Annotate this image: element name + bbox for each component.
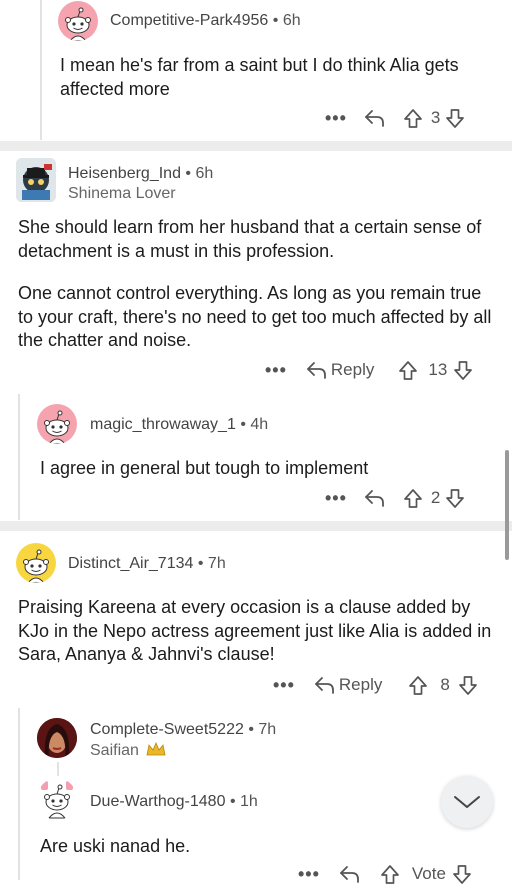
reply-label: Reply (338, 675, 383, 694)
more-options-button[interactable]: ••• (273, 675, 295, 696)
reply-arrow-icon[interactable] (338, 863, 360, 885)
avatar[interactable] (37, 404, 77, 444)
comment-age: 7h (258, 721, 277, 738)
username[interactable]: Due-Warthog-1480 (90, 793, 225, 810)
reddit-snoo-avatar-icon (23, 549, 49, 583)
downvote-icon[interactable] (458, 675, 478, 696)
username[interactable]: Complete-Sweet5222 (90, 721, 244, 738)
profile-image (37, 718, 77, 758)
comment-meta: Competitive-Park4956 • 6h (110, 12, 301, 30)
vote-count: 8 (440, 675, 450, 694)
comment-body-paragraph: She should learn from her husband that a… (18, 217, 482, 261)
downvote-icon[interactable] (452, 864, 472, 885)
comment-meta: Distinct_Air_7134 • 7h (68, 555, 226, 573)
profile-image (16, 158, 56, 202)
reply-button[interactable]: Reply (313, 674, 382, 696)
comment-age: 4h (250, 416, 269, 433)
thread-line (18, 708, 20, 880)
avatar[interactable] (37, 718, 77, 758)
upvote-icon[interactable] (398, 360, 418, 381)
more-options-button[interactable]: ••• (265, 360, 287, 381)
downvote-icon[interactable] (445, 108, 465, 129)
reply-arrow-icon[interactable] (363, 107, 385, 129)
comment-meta: Due-Warthog-1480 • 1h (90, 793, 258, 811)
avatar[interactable] (37, 778, 77, 820)
reply-label: Reply (330, 360, 375, 379)
reply-arrow-icon[interactable] (363, 487, 385, 509)
comment-body: Are uski nanad he. (40, 836, 191, 856)
vote-count: 2 (430, 488, 441, 507)
separator-dot: • (229, 793, 236, 810)
vote-label: Vote (411, 864, 446, 883)
comment-body: Praising Kareena at every occasion is a … (18, 597, 492, 664)
downvote-icon[interactable] (453, 360, 473, 381)
comment-body: I agree in general but tough to implemen… (40, 458, 369, 478)
crown-icon (146, 741, 166, 756)
upvote-icon[interactable] (380, 864, 400, 885)
vote-count: 13 (428, 360, 448, 379)
comment-body-paragraph: One cannot control everything. As long a… (18, 283, 492, 350)
avatar[interactable] (16, 158, 56, 202)
avatar[interactable] (58, 1, 98, 41)
thread-line (40, 0, 42, 140)
more-options-button[interactable]: ••• (325, 488, 347, 509)
comment-separator (0, 521, 512, 531)
reddit-snoo-avatar-icon (65, 7, 91, 41)
comment-separator (0, 141, 512, 151)
comment-age: 6h (282, 12, 301, 29)
reddit-snoo-avatar-icon (37, 778, 77, 820)
separator-dot: • (185, 165, 192, 182)
downvote-icon[interactable] (445, 488, 465, 509)
username[interactable]: magic_throwaway_1 (90, 416, 236, 433)
comment-meta: Heisenberg_Ind • 6h (68, 165, 213, 183)
comment-age: 1h (240, 793, 258, 810)
separator-dot: • (248, 721, 254, 738)
comment-age: 7h (207, 555, 226, 572)
username[interactable]: Distinct_Air_7134 (68, 555, 193, 572)
upvote-icon[interactable] (403, 488, 423, 509)
comment-age: 6h (195, 165, 214, 182)
separator-dot: • (240, 416, 246, 433)
reply-arrow-icon (307, 362, 326, 379)
flair-text: Saifian (90, 742, 139, 759)
user-flair: Shinema Lover (68, 185, 176, 202)
scrollbar[interactable] (505, 450, 509, 560)
scroll-next-button[interactable] (441, 776, 493, 828)
comment-actions: ••• Vote (298, 862, 472, 886)
vote-count: 3 (430, 108, 441, 127)
upvote-icon[interactable] (403, 108, 423, 129)
comment-meta: magic_throwaway_1 • 4h (90, 416, 268, 434)
more-options-button[interactable]: ••• (298, 864, 320, 885)
separator-dot: • (197, 555, 204, 572)
comment-actions: ••• 3 (325, 106, 465, 130)
reply-arrow-icon (315, 677, 334, 694)
comment-actions: ••• Reply 8 (273, 673, 478, 697)
upvote-icon[interactable] (408, 675, 428, 696)
more-options-button[interactable]: ••• (325, 108, 347, 129)
comment-actions: ••• Reply 13 (265, 358, 473, 382)
username[interactable]: Competitive-Park4956 (110, 12, 268, 29)
comment-body: I mean he's far from a saint but I do th… (60, 55, 459, 99)
thread-line (57, 762, 59, 776)
reddit-snoo-avatar-icon (44, 410, 70, 444)
username[interactable]: Heisenberg_Ind (68, 165, 181, 182)
user-flair: Saifian (90, 741, 166, 760)
comment-actions: ••• 2 (325, 486, 465, 510)
thread-line (18, 394, 20, 520)
reply-button[interactable]: Reply (305, 359, 374, 381)
chevron-down-icon (454, 796, 480, 808)
comment-meta: Complete-Sweet5222 • 7h (90, 721, 276, 739)
avatar[interactable] (16, 543, 56, 583)
separator-dot: • (272, 12, 279, 29)
